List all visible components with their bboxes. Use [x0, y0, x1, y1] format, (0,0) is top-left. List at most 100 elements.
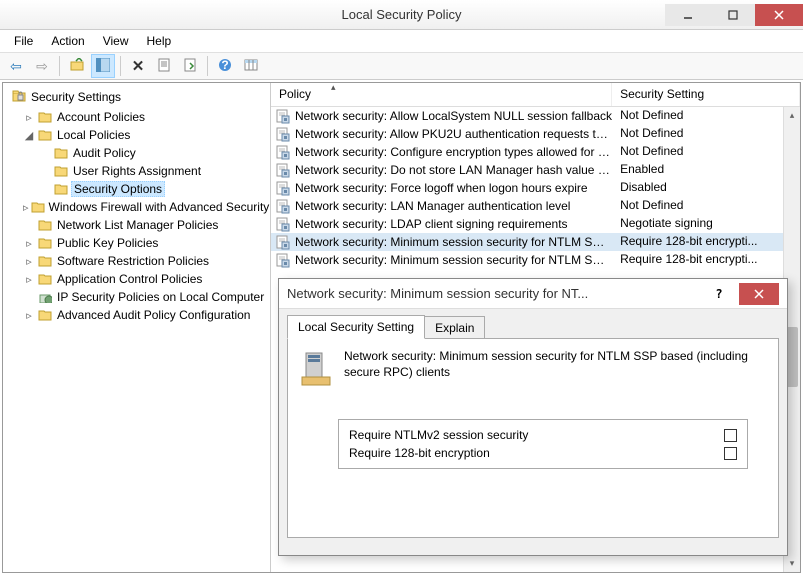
tree-item[interactable]: ▹ Application Control Policies	[5, 270, 268, 288]
dialog-help-button[interactable]: ?	[699, 283, 739, 305]
tree-item[interactable]: Network List Manager Policies	[5, 216, 268, 234]
close-button[interactable]	[755, 4, 803, 26]
expand-toggle[interactable]: ▹	[23, 111, 35, 124]
option-ntlmv2-label: Require NTLMv2 session security	[349, 428, 528, 442]
tree-item[interactable]: ▹ Public Key Policies	[5, 234, 268, 252]
tree-item[interactable]: User Rights Assignment	[5, 162, 268, 180]
option-128bit: Require 128-bit encryption	[349, 444, 737, 462]
option-128bit-checkbox[interactable]	[724, 447, 737, 460]
tree-item[interactable]: IP Security Policies on Local Computer	[5, 288, 268, 306]
up-button[interactable]	[65, 54, 89, 78]
tree-item-label: Application Control Policies	[55, 272, 204, 286]
dialog-description: Network security: Minimum session securi…	[344, 349, 768, 389]
option-128bit-label: Require 128-bit encryption	[349, 446, 490, 460]
maximize-button[interactable]	[710, 4, 755, 26]
back-button[interactable]: ⇦	[4, 54, 28, 78]
tree-item[interactable]: ◢Local Policies	[5, 126, 268, 144]
policy-name: Network security: Force logoff when logo…	[295, 181, 588, 195]
dialog-body: Network security: Minimum session securi…	[287, 338, 779, 538]
expand-toggle[interactable]: ▹	[23, 309, 35, 322]
folder-icon	[53, 181, 69, 197]
tree-item-label: IP Security Policies on Local Computer	[55, 290, 266, 304]
tree-pane: Security Settings ▹Account Policies◢Loca…	[3, 83, 271, 572]
col-setting-header[interactable]: Security Setting	[612, 83, 800, 106]
expand-toggle[interactable]: ◢	[23, 129, 35, 142]
toolbar: ⇦ ⇨ ✕ ?	[0, 52, 803, 80]
tree-item-label: Advanced Audit Policy Configuration	[55, 308, 252, 322]
policy-setting: Enabled	[620, 162, 664, 176]
policy-row[interactable]: Network security: Allow PKU2U authentica…	[271, 125, 800, 143]
tree-pane-icon	[96, 58, 110, 75]
window-controls	[665, 4, 803, 26]
policy-row[interactable]: Network security: LDAP client signing re…	[271, 215, 800, 233]
dialog-close-button[interactable]	[739, 283, 779, 305]
policy-name: Network security: LDAP client signing re…	[295, 217, 568, 231]
policy-setting: Require 128-bit encrypti...	[620, 252, 757, 266]
tree-root[interactable]: Security Settings	[5, 85, 268, 108]
policy-icon	[275, 162, 291, 178]
menu-view[interactable]: View	[95, 32, 137, 50]
refresh-button[interactable]	[239, 54, 263, 78]
tab-explain[interactable]: Explain	[424, 316, 485, 340]
tree-item[interactable]: ▹ Advanced Audit Policy Configuration	[5, 306, 268, 324]
policy-name: Network security: Allow LocalSystem NULL…	[295, 109, 612, 123]
policy-row[interactable]: Network security: Force logoff when logo…	[271, 179, 800, 197]
policy-icon	[275, 126, 291, 142]
scroll-down-arrow[interactable]: ▾	[784, 555, 800, 572]
dialog-title: Network security: Minimum session securi…	[287, 286, 699, 301]
minimize-button[interactable]	[665, 4, 710, 26]
folder-icon	[53, 163, 69, 179]
policy-row[interactable]: Network security: Allow LocalSystem NULL…	[271, 107, 800, 125]
expand-toggle[interactable]: ▹	[23, 273, 35, 286]
expand-toggle[interactable]: ▹	[23, 255, 35, 268]
help-button[interactable]: ?	[213, 54, 237, 78]
policy-icon	[275, 252, 291, 268]
folder-icon	[37, 289, 53, 305]
window-titlebar: Local Security Policy	[0, 0, 803, 30]
folder-icon	[37, 253, 53, 269]
dialog-tabs: Local Security Setting Explain	[279, 309, 787, 339]
export-button[interactable]	[178, 54, 202, 78]
export-icon	[183, 58, 197, 75]
arrow-right-icon: ⇨	[36, 58, 48, 75]
toolbar-separator	[207, 56, 208, 76]
tree-item[interactable]: ▹Software Restriction Policies	[5, 252, 268, 270]
delete-button[interactable]: ✕	[126, 54, 150, 78]
columns-icon	[244, 58, 258, 75]
tree-item-label: Audit Policy	[71, 146, 138, 160]
policy-name: Network security: Allow PKU2U authentica…	[295, 127, 612, 141]
policy-name: Network security: Minimum session securi…	[295, 235, 612, 249]
tree-item-label: Public Key Policies	[55, 236, 160, 250]
tree-item-label: Network List Manager Policies	[55, 218, 220, 232]
policy-setting: Disabled	[620, 180, 667, 194]
folder-icon	[37, 271, 53, 287]
properties-button[interactable]	[152, 54, 176, 78]
expand-toggle[interactable]: ▹	[23, 237, 35, 250]
policy-icon	[275, 198, 291, 214]
policy-row[interactable]: Network security: Minimum session securi…	[271, 251, 800, 269]
tree-item[interactable]: Security Options	[5, 180, 268, 198]
show-tree-button[interactable]	[91, 54, 115, 78]
policy-row[interactable]: Network security: LAN Manager authentica…	[271, 197, 800, 215]
policy-row[interactable]: Network security: Do not store LAN Manag…	[271, 161, 800, 179]
arrow-left-icon: ⇦	[10, 58, 22, 75]
expand-toggle[interactable]: ▹	[23, 201, 29, 214]
properties-icon	[157, 58, 171, 75]
policy-setting: Require 128-bit encrypti...	[620, 234, 757, 248]
menu-file[interactable]: File	[6, 32, 41, 50]
option-ntlmv2-checkbox[interactable]	[724, 429, 737, 442]
folder-icon	[37, 217, 53, 233]
tree-item[interactable]: Audit Policy	[5, 144, 268, 162]
menu-help[interactable]: Help	[139, 32, 180, 50]
toolbar-separator	[59, 56, 60, 76]
tree-root-label: Security Settings	[31, 90, 121, 104]
tree-item[interactable]: ▹Windows Firewall with Advanced Security	[5, 198, 268, 216]
menu-action[interactable]: Action	[43, 32, 92, 50]
policy-row[interactable]: Network security: Minimum session securi…	[271, 233, 800, 251]
tab-local-setting[interactable]: Local Security Setting	[287, 315, 425, 339]
scroll-up-arrow[interactable]: ▴	[784, 107, 800, 124]
tree-item[interactable]: ▹Account Policies	[5, 108, 268, 126]
col-policy-header[interactable]: Policy	[271, 83, 612, 106]
forward-button[interactable]: ⇨	[30, 54, 54, 78]
policy-row[interactable]: Network security: Configure encryption t…	[271, 143, 800, 161]
